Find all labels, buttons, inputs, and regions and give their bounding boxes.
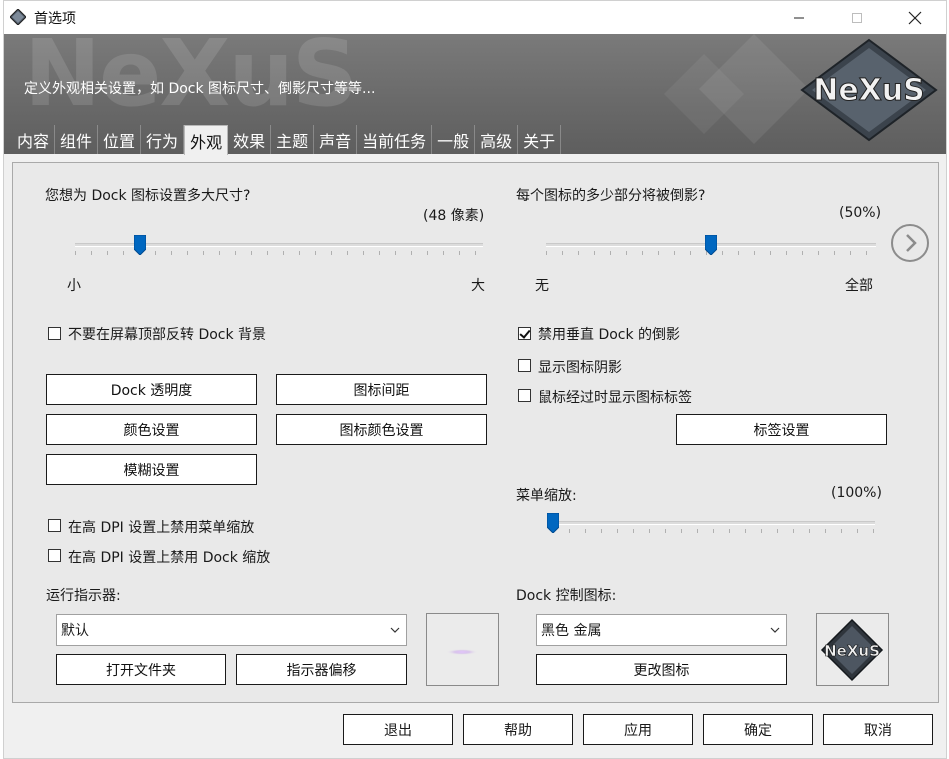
menu-zoom-label: 菜单缩放:: [516, 488, 577, 504]
window-title: 首选项: [34, 11, 76, 27]
app-diamond-icon: [10, 9, 26, 25]
label-settings-button[interactable]: 标签设置: [676, 414, 887, 445]
dock-control-icon-label: Dock 控制图标:: [516, 588, 617, 604]
disable-dock-dpi-scaling-checkbox[interactable]: [48, 549, 61, 562]
minimize-icon: [794, 17, 804, 18]
run-indicator-select[interactable]: 默认: [56, 614, 407, 646]
dock-control-icon-select[interactable]: 黑色 金属: [536, 614, 787, 646]
nexus-logo: NeXuS: [800, 38, 938, 142]
maximize-button[interactable]: [834, 1, 880, 34]
tab-components[interactable]: 组件: [55, 125, 99, 154]
menu-zoom-slider-ticks: [553, 529, 875, 533]
dock-control-icon-preview: NeXuS: [816, 613, 889, 686]
show-icon-shadow-label: 显示图标阴影: [538, 360, 622, 376]
nexus-logo-text: NeXuS: [813, 73, 925, 108]
appearance-panel: 您想为 Dock 图标设置多大尺寸? (48 像素) 小 大 每个图标的多少部分…: [12, 162, 939, 703]
disable-dock-dpi-scaling-label: 在高 DPI 设置上禁用 Dock 缩放: [68, 550, 271, 566]
apply-button[interactable]: 应用: [583, 714, 693, 745]
run-indicator-label: 运行指示器:: [46, 588, 121, 604]
nexus-dock-icon-text: NeXuS: [824, 642, 880, 660]
show-hover-label-checkbox[interactable]: [518, 389, 531, 402]
maximize-icon: [852, 12, 862, 23]
reflection-max-label: 全部: [845, 278, 873, 294]
menu-zoom-slider-track[interactable]: [553, 521, 875, 525]
open-folder-button[interactable]: 打开文件夹: [56, 654, 226, 685]
disable-menu-dpi-scaling-label: 在高 DPI 设置上禁用菜单缩放: [68, 520, 255, 536]
exit-button[interactable]: 退出: [343, 714, 453, 745]
change-icon-button[interactable]: 更改图标: [536, 654, 787, 685]
disable-menu-dpi-scaling-checkbox[interactable]: [48, 519, 61, 532]
run-indicator-preview: [426, 613, 499, 686]
nexus-dock-icon: NeXuS: [820, 618, 884, 682]
tab-position[interactable]: 位置: [98, 125, 142, 154]
minimize-button[interactable]: [776, 1, 822, 34]
icon-color-settings-button[interactable]: 图标颜色设置: [276, 414, 487, 445]
icon-size-min-label: 小: [67, 278, 81, 294]
icon-spacing-button[interactable]: 图标间距: [276, 374, 487, 405]
reflection-slider-thumb[interactable]: [705, 235, 717, 255]
dock-opacity-button[interactable]: Dock 透明度: [46, 374, 257, 405]
color-settings-button[interactable]: 颜色设置: [46, 414, 257, 445]
chevron-down-icon: [390, 627, 400, 633]
icon-size-slider-thumb[interactable]: [134, 235, 147, 255]
reflection-min-label: 无: [535, 278, 549, 294]
no-flip-dock-label: 不要在屏幕顶部反转 Dock 背景: [68, 327, 267, 343]
reflection-value: (50%): [839, 205, 882, 221]
title-bar[interactable]: 首选项: [4, 1, 946, 34]
close-button[interactable]: [892, 1, 938, 34]
chevron-down-icon: [770, 627, 780, 633]
close-icon: [908, 11, 922, 24]
blur-settings-button[interactable]: 模糊设置: [46, 454, 257, 485]
tab-behavior[interactable]: 行为: [141, 125, 185, 154]
tab-appearance[interactable]: 外观: [184, 125, 229, 155]
show-icon-shadow-checkbox[interactable]: [518, 359, 531, 372]
preferences-window: 首选项 NeXuS 定义外观相关设置，如 Dock 图标尺寸、倒影尺寸等等...…: [3, 0, 947, 759]
cancel-button[interactable]: 取消: [823, 714, 933, 745]
tab-themes[interactable]: 主题: [271, 125, 315, 154]
icon-size-value: (48 像素): [423, 208, 485, 224]
tab-advanced[interactable]: 高级: [475, 125, 519, 154]
banner-description: 定义外观相关设置，如 Dock 图标尺寸、倒影尺寸等等...: [24, 81, 376, 97]
no-flip-dock-checkbox[interactable]: [48, 327, 61, 340]
indicator-offset-button[interactable]: 指示器偏移: [236, 654, 407, 685]
icon-size-max-label: 大: [471, 278, 485, 294]
next-page-button[interactable]: [891, 224, 929, 262]
tab-effects[interactable]: 效果: [228, 125, 272, 154]
reflection-question: 每个图标的多少部分将被倒影?: [516, 188, 706, 204]
tab-bar: 内容 组件 位置 行为 外观 效果 主题 声音 当前任务 一般 高级 关于: [12, 125, 562, 155]
tab-about[interactable]: 关于: [518, 125, 562, 154]
menu-zoom-slider-thumb[interactable]: [547, 513, 559, 533]
disable-vertical-reflection-checkbox[interactable]: [518, 327, 531, 340]
disable-vertical-reflection-label: 禁用垂直 Dock 的倒影: [538, 327, 681, 343]
run-indicator-selected: 默认: [61, 623, 89, 639]
chevron-right-icon: [906, 234, 917, 252]
banner-diamond-decoration: [664, 34, 809, 144]
dock-control-icon-selected: 黑色 金属: [541, 623, 602, 639]
ok-button[interactable]: 确定: [703, 714, 813, 745]
indicator-glow-icon: [446, 649, 478, 655]
menu-zoom-value: (100%): [831, 485, 882, 501]
icon-size-question: 您想为 Dock 图标设置多大尺寸?: [45, 188, 251, 204]
help-button[interactable]: 帮助: [463, 714, 573, 745]
tab-sounds[interactable]: 声音: [314, 125, 358, 154]
tab-current-tasks[interactable]: 当前任务: [357, 125, 433, 154]
tab-general[interactable]: 一般: [432, 125, 476, 154]
show-hover-label-label: 鼠标经过时显示图标标签: [538, 390, 692, 406]
tab-content[interactable]: 内容: [12, 125, 56, 154]
